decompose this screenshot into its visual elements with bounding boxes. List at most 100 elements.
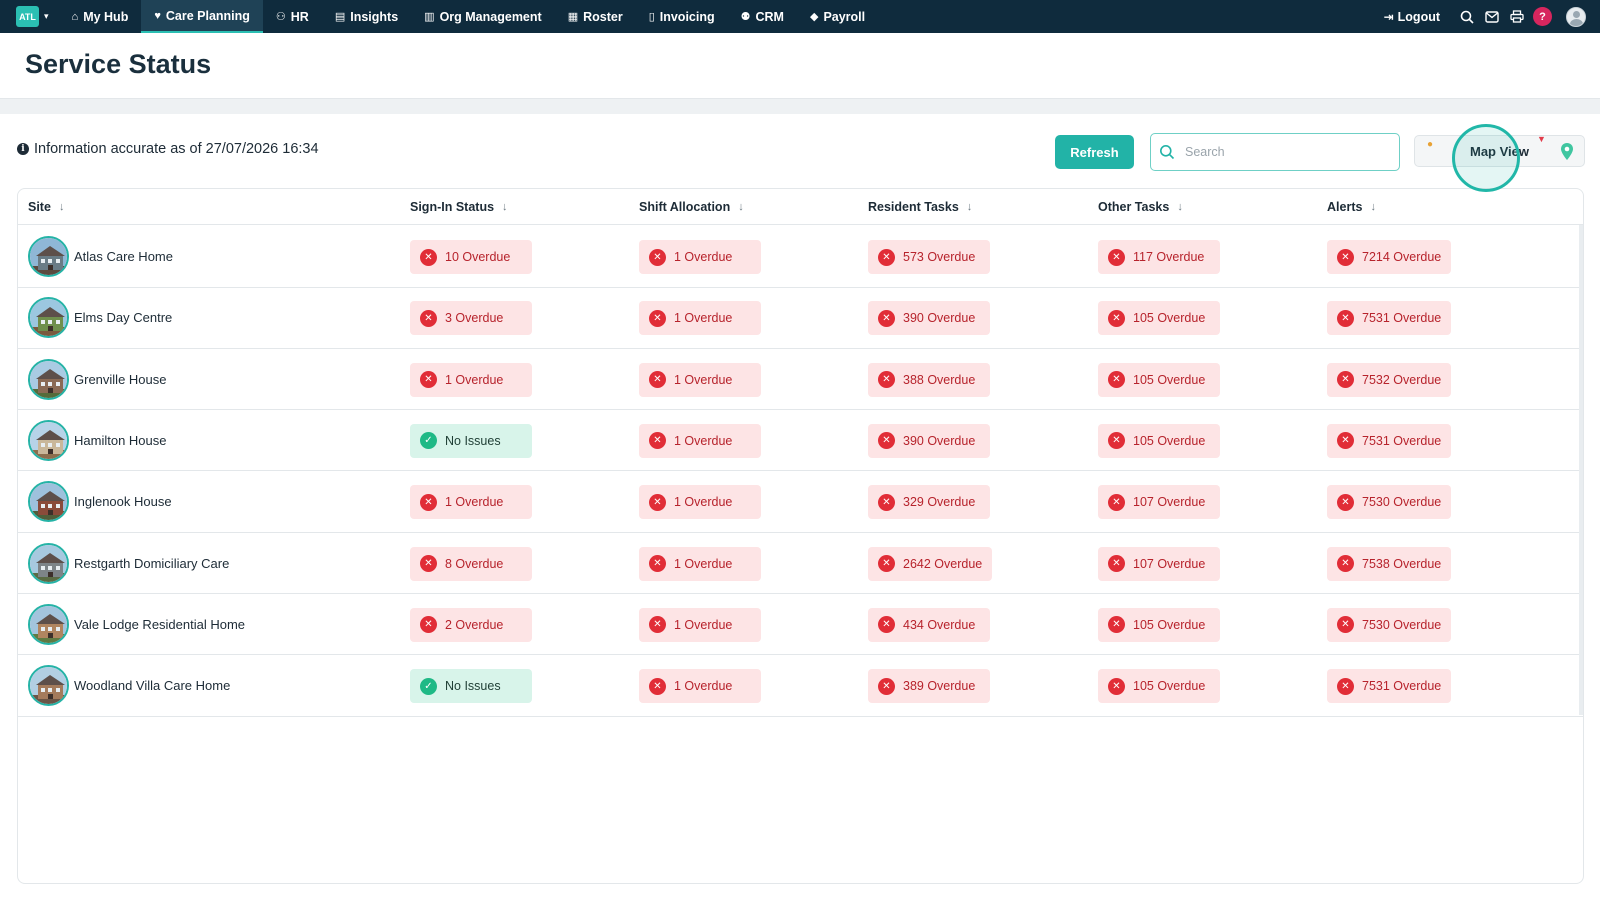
nav-item-hr[interactable]: ⚇ HR <box>263 0 322 33</box>
sort-arrow-icon[interactable]: ↓ <box>967 201 973 213</box>
site-cell[interactable]: Hamilton House <box>28 419 167 461</box>
nav-item-label: Care Planning <box>165 8 250 23</box>
nav-item-payroll[interactable]: ◆ Payroll <box>797 0 878 33</box>
x-circle-icon: ✕ <box>878 555 895 572</box>
status-badge-overdue[interactable]: ✕ 7214 Overdue <box>1327 240 1452 274</box>
status-badge-overdue[interactable]: ✕ 7530 Overdue <box>1327 485 1452 520</box>
column-header-other-tasks[interactable]: Other Tasks ↓ <box>1098 189 1183 225</box>
status-text: 7538 Overdue <box>1362 556 1442 571</box>
status-badge-overdue[interactable]: ✕ 107 Overdue <box>1098 546 1220 581</box>
table-row[interactable]: Grenville House ✕ 1 Overdue ✕ 1 Overdue ✕ 388 … <box>18 348 1583 411</box>
status-badge-overdue[interactable]: ✕ 1 Overdue <box>639 423 761 458</box>
nav-item-crm[interactable]: ⚉ CRM <box>728 0 797 33</box>
status-badge-overdue[interactable]: ✕ 573 Overdue <box>868 240 990 274</box>
table-row[interactable]: Vale Lodge Residential Home ✕ 2 Overdue ✕ 1 … <box>18 593 1583 656</box>
brand-switcher[interactable]: ATL ▾ <box>0 0 59 33</box>
status-badge-overdue[interactable]: ✕ 7531 Overdue <box>1327 669 1452 704</box>
status-badge-overdue[interactable]: ✕ 105 Overdue <box>1098 301 1220 336</box>
status-badge-overdue[interactable]: ✕ 105 Overdue <box>1098 423 1220 458</box>
search-icon[interactable] <box>1454 10 1479 24</box>
search-field[interactable] <box>1150 133 1400 171</box>
nav-item-org-management[interactable]: ▥ Org Management <box>411 0 555 33</box>
status-badge-overdue[interactable]: ✕ 1 Overdue <box>639 546 761 581</box>
x-circle-icon: ✕ <box>649 371 666 389</box>
status-badge-overdue[interactable]: ✕ 1 Overdue <box>639 485 761 520</box>
sort-arrow-icon[interactable]: ↓ <box>738 201 744 213</box>
sort-arrow-icon[interactable]: ↓ <box>502 201 508 213</box>
status-badge-overdue[interactable]: ✕ 105 Overdue <box>1098 669 1220 704</box>
status-badge-overdue[interactable]: ✕ 1 Overdue <box>410 362 532 397</box>
status-badge-overdue[interactable]: ✕ 388 Overdue <box>868 362 990 397</box>
site-cell[interactable]: Inglenook House <box>28 481 172 523</box>
user-avatar[interactable] <box>1566 6 1586 27</box>
table-row[interactable]: Woodland Villa Care Home ✓ No Issues ✕ 1 Ove… <box>18 654 1583 717</box>
status-badge-overdue[interactable]: ✕ 7532 Overdue <box>1327 362 1452 397</box>
table-row[interactable]: Inglenook House ✕ 1 Overdue ✕ 1 Overdue ✕ 329 … <box>18 470 1583 533</box>
nav-item-insights[interactable]: ▤ Insights <box>322 0 411 33</box>
mail-icon[interactable] <box>1479 10 1504 23</box>
x-circle-icon: ✕ <box>1337 309 1354 327</box>
sort-arrow-icon[interactable]: ↓ <box>1177 201 1183 213</box>
status-badge-overdue[interactable]: ✕ 1 Overdue <box>639 607 761 642</box>
table-row[interactable]: Elms Day Centre ✕ 3 Overdue ✕ 1 Overdue ✕ 390 … <box>18 286 1583 349</box>
column-header-alerts[interactable]: Alerts ↓ <box>1327 189 1376 225</box>
status-badge-overdue[interactable]: ✕ 105 Overdue <box>1098 362 1220 397</box>
status-badge-ok[interactable]: ✓ No Issues <box>410 423 532 458</box>
x-circle-icon: ✕ <box>878 616 895 634</box>
status-badge-overdue[interactable]: ✕ 1 Overdue <box>639 240 761 274</box>
table-row[interactable]: Atlas Care Home ✕ 10 Overdue ✕ 1 Overdue ✕ 573… <box>18 225 1583 288</box>
status-badge-overdue[interactable]: ✕ 8 Overdue <box>410 546 532 581</box>
status-badge-overdue[interactable]: ✕ 2 Overdue <box>410 607 532 642</box>
sort-arrow-icon[interactable]: ↓ <box>59 201 65 213</box>
status-badge-overdue[interactable]: ✕ 390 Overdue <box>868 423 990 458</box>
scrollbar[interactable] <box>1579 225 1583 715</box>
status-badge-overdue[interactable]: ✕ 329 Overdue <box>868 485 990 520</box>
status-badge-overdue[interactable]: ✕ 390 Overdue <box>868 301 990 336</box>
site-cell[interactable]: Atlas Care Home <box>28 236 173 277</box>
x-circle-icon: ✕ <box>1108 493 1125 511</box>
status-badge-overdue[interactable]: ✕ 1 Overdue <box>639 362 761 397</box>
table-row[interactable]: Restgarth Domiciliary Care ✕ 8 Overdue ✕ 1 O… <box>18 532 1583 594</box>
status-badge-overdue[interactable]: ✕ 107 Overdue <box>1098 485 1220 520</box>
status-badge-overdue[interactable]: ✕ 10 Overdue <box>410 240 532 274</box>
sort-arrow-icon[interactable]: ↓ <box>1370 201 1376 213</box>
status-badge-overdue[interactable]: ✕ 117 Overdue <box>1098 240 1220 274</box>
status-badge-overdue[interactable]: ✕ 1 Overdue <box>639 669 761 704</box>
nav-item-care-planning[interactable]: ♥ Care Planning <box>141 0 263 33</box>
map-view-button[interactable]: ● ▼ Map View <box>1414 135 1585 167</box>
status-badge-overdue[interactable]: ✕ 389 Overdue <box>868 669 990 704</box>
site-cell[interactable]: Woodland Villa Care Home <box>28 665 230 707</box>
status-badge-overdue[interactable]: ✕ 2642 Overdue <box>868 546 993 581</box>
nav-item-my-hub[interactable]: ⌂ My Hub <box>59 0 142 33</box>
site-cell[interactable]: Vale Lodge Residential Home <box>28 603 245 645</box>
x-circle-icon: ✕ <box>649 493 666 511</box>
help-icon[interactable]: ? <box>1533 7 1552 26</box>
refresh-button[interactable]: Refresh <box>1055 135 1134 169</box>
column-header-resident-tasks[interactable]: Resident Tasks ↓ <box>868 189 972 225</box>
status-badge-overdue[interactable]: ✕ 1 Overdue <box>639 301 761 336</box>
status-badge-ok[interactable]: ✓ No Issues <box>410 669 532 704</box>
nav-item-invoicing[interactable]: ▯ Invoicing <box>636 0 728 33</box>
table-row[interactable]: Hamilton House ✓ No Issues ✕ 1 Overdue ✕ 390 O… <box>18 409 1583 472</box>
print-icon[interactable] <box>1504 10 1529 23</box>
site-cell[interactable]: Restgarth Domiciliary Care <box>28 542 229 584</box>
column-header-site[interactable]: Site ↓ <box>28 189 64 225</box>
x-circle-icon: ✕ <box>1108 309 1125 327</box>
status-badge-overdue[interactable]: ✕ 7530 Overdue <box>1327 607 1452 642</box>
search-input[interactable] <box>1185 145 1385 159</box>
logout-button[interactable]: ⇥ Logout <box>1384 10 1440 24</box>
status-text: 107 Overdue <box>1133 556 1206 571</box>
status-badge-overdue[interactable]: ✕ 1 Overdue <box>410 485 532 520</box>
x-circle-icon: ✕ <box>1337 371 1354 389</box>
status-badge-overdue[interactable]: ✕ 7538 Overdue <box>1327 546 1452 581</box>
site-cell[interactable]: Elms Day Centre <box>28 297 172 339</box>
status-badge-overdue[interactable]: ✕ 105 Overdue <box>1098 607 1220 642</box>
status-badge-overdue[interactable]: ✕ 3 Overdue <box>410 301 532 336</box>
column-header-sign-in-status[interactable]: Sign-In Status ↓ <box>410 189 508 225</box>
nav-item-roster[interactable]: ▦ Roster <box>555 0 636 33</box>
status-badge-overdue[interactable]: ✕ 7531 Overdue <box>1327 423 1452 458</box>
status-badge-overdue[interactable]: ✕ 7531 Overdue <box>1327 301 1452 336</box>
status-badge-overdue[interactable]: ✕ 434 Overdue <box>868 607 990 642</box>
site-cell[interactable]: Grenville House <box>28 358 167 400</box>
column-header-shift-allocation[interactable]: Shift Allocation ↓ <box>639 189 744 225</box>
